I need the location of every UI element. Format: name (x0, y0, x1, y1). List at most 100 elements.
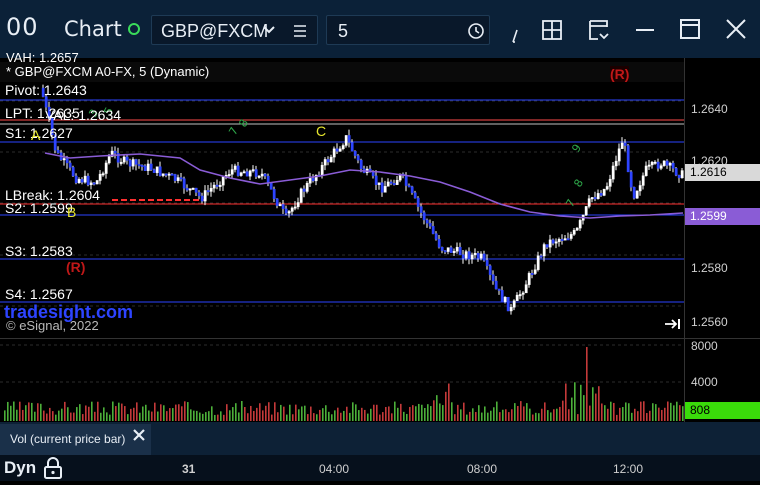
volume-bar (475, 412, 477, 421)
letter-a: A (31, 127, 41, 143)
draw-icon[interactable] (510, 24, 522, 48)
candle-body (209, 188, 213, 192)
volume-bar (52, 411, 54, 421)
candle-body (170, 173, 174, 176)
volume-bar (568, 409, 570, 421)
volume-bar (406, 413, 408, 421)
price-axis[interactable]: 1.2640 1.2620 1.2616 1.2599 1.2580 1.256… (684, 58, 760, 338)
candle-body (287, 211, 291, 214)
symbol-field[interactable]: GBP@FXCM (151, 15, 318, 45)
volume-bar (217, 414, 219, 421)
volume-bar (301, 406, 303, 421)
candle-body (623, 142, 627, 146)
candle-body (326, 159, 330, 163)
price-chart[interactable]: 3578978 VAH: 1.2657 * GBP@FXCM A0-FX, 5 … (0, 50, 684, 338)
volume-bar (127, 414, 129, 421)
s4-label: S4: 1.2567 (5, 286, 73, 302)
volume-bar (379, 414, 381, 421)
status-dot-icon (128, 23, 140, 35)
s2-label: S2: 1.2599 (5, 200, 73, 216)
candle-body (455, 246, 459, 252)
volume-bar (646, 413, 648, 421)
volume-axis[interactable]: 8000 4000 808 (684, 338, 760, 422)
volume-bar (280, 404, 282, 421)
candle-body (488, 265, 492, 275)
candle-body (167, 173, 171, 176)
candle-body (119, 161, 123, 164)
minimize-icon[interactable] (634, 18, 656, 44)
volume-bar (25, 405, 27, 421)
candle-body (344, 135, 348, 146)
volume-bar (343, 410, 345, 421)
volume-bar (652, 403, 654, 421)
candle-body (407, 185, 411, 188)
candle-body (563, 238, 567, 241)
candle-body (269, 182, 273, 190)
volume-bar (277, 412, 279, 421)
chevron-down-icon[interactable] (262, 16, 276, 55)
candle-body (230, 169, 234, 175)
dyn-label[interactable]: Dyn (4, 458, 36, 478)
candle-body (482, 253, 486, 261)
volume-bar (511, 409, 513, 421)
candle-body (629, 171, 633, 188)
volume-bar (559, 406, 561, 421)
study-tab[interactable]: Vol (current price bar) (0, 424, 151, 455)
volume-bar (118, 402, 120, 421)
candle-body (179, 177, 183, 180)
volume-bar (151, 411, 153, 421)
price-tick: 1.2640 (691, 102, 728, 116)
candle-body (305, 183, 309, 192)
scroll-to-end-icon[interactable] (664, 317, 682, 336)
clock-icon[interactable] (467, 16, 485, 55)
time-axis[interactable]: Dyn 31 04:00 08:00 12:00 (0, 455, 760, 481)
close-study-icon[interactable] (132, 428, 146, 447)
volume-bar (7, 401, 9, 421)
volume-bar (19, 401, 21, 421)
volume-bar (481, 412, 483, 421)
volume-bar (604, 405, 606, 421)
candle-body (614, 160, 618, 167)
volume-bar (187, 402, 189, 421)
volume-bar (247, 413, 249, 421)
volume-bar (40, 403, 42, 421)
volume-bar (208, 411, 210, 421)
maximize-icon[interactable] (678, 17, 702, 45)
volume-bar (520, 401, 522, 421)
candle-body (281, 204, 285, 210)
candle-body (644, 165, 648, 176)
candle-body (593, 197, 597, 200)
template-icon[interactable] (586, 17, 612, 47)
volume-bar (415, 406, 417, 421)
candle-body (662, 160, 666, 166)
volume-bar (211, 406, 213, 421)
volume-bar (169, 408, 171, 421)
interval-field[interactable]: 5 (326, 15, 490, 45)
volume-bar (487, 412, 489, 421)
volume-bar (223, 414, 225, 421)
volume-bar (373, 404, 375, 421)
candle-body (422, 212, 426, 221)
volume-bar (82, 414, 84, 421)
volume-bar (241, 401, 243, 421)
volume-bar (610, 401, 612, 421)
volume-bar (184, 401, 186, 421)
candle-body (431, 226, 435, 234)
candle-body (152, 169, 156, 173)
close-icon[interactable] (724, 17, 748, 45)
candle-body (578, 220, 582, 229)
volume-bar (109, 414, 111, 421)
candle-body (458, 246, 462, 255)
volume-pane[interactable] (0, 338, 684, 423)
volume-bar (61, 408, 63, 421)
volume-bar (295, 404, 297, 421)
volume-bar (328, 411, 330, 421)
layout-icon[interactable] (540, 18, 564, 46)
price-tick: 1.2580 (691, 261, 728, 275)
list-icon[interactable] (292, 16, 308, 55)
volume-bar (640, 401, 642, 421)
volume-bar (457, 404, 459, 421)
candle-body (149, 163, 153, 170)
volume-bar (88, 406, 90, 421)
candle-body (260, 173, 264, 177)
